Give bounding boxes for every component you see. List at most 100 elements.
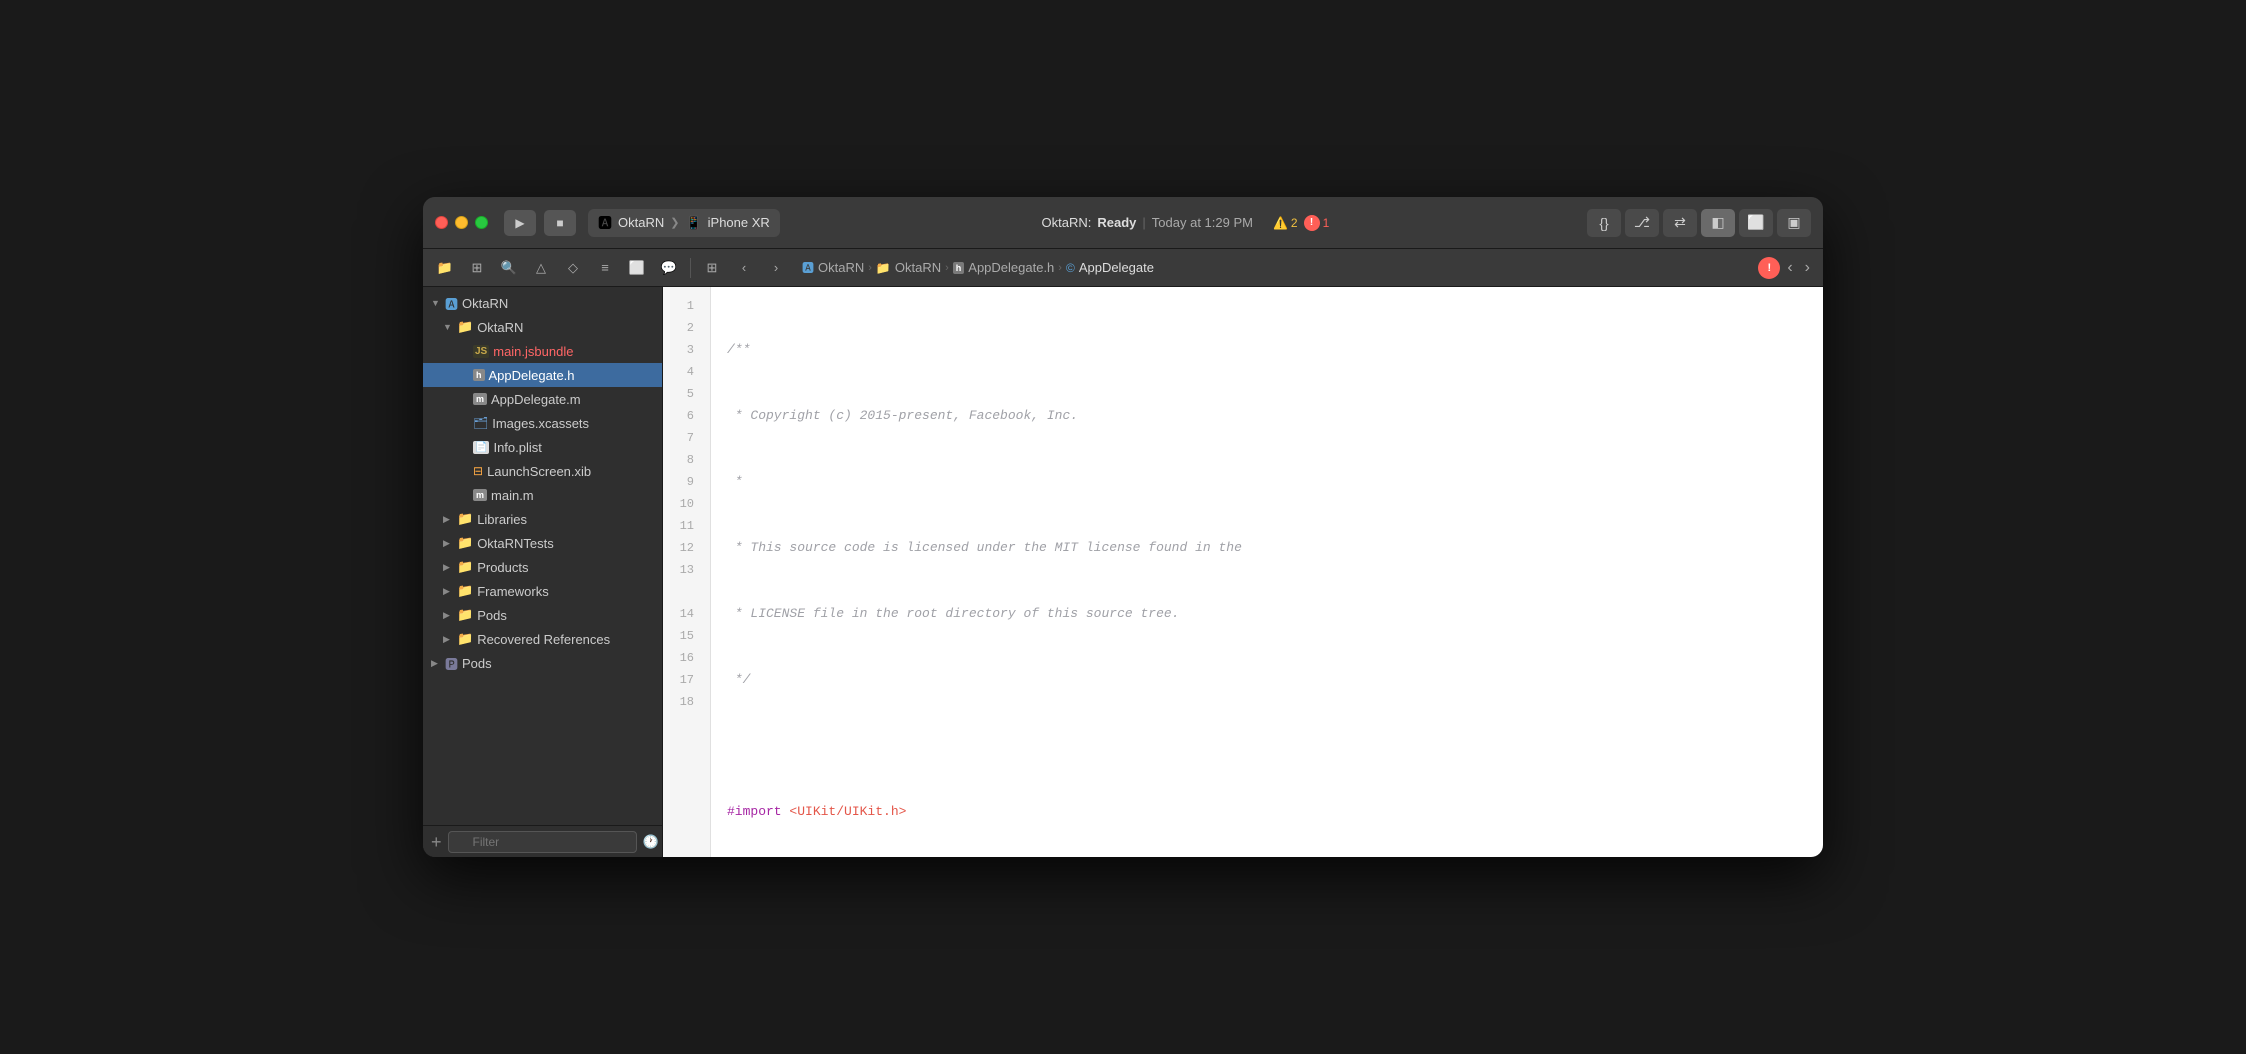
filter-bar: + 🔍 🕐 ✕ bbox=[423, 825, 662, 857]
tree-item-oktarntests[interactable]: 📁 OktaRNTests bbox=[423, 531, 662, 555]
layout-right-button[interactable]: ▣ bbox=[1777, 209, 1811, 237]
line-num-12: 12 bbox=[663, 537, 702, 559]
breadcrumb-folder-icon: 📁 bbox=[876, 261, 891, 275]
symbol-view-button[interactable]: ⊞ bbox=[463, 255, 491, 281]
scheme-selector[interactable]: 🅰 OktaRN ❯ 📱 iPhone XR bbox=[588, 209, 780, 237]
list-button[interactable]: ≡ bbox=[591, 255, 619, 281]
tree-item-recovered-references[interactable]: 📁 Recovered References bbox=[423, 627, 662, 651]
git-button[interactable]: ⎇ bbox=[1625, 209, 1659, 237]
tree-label-images-xcassets: Images.xcassets bbox=[492, 416, 589, 431]
tree-item-launchscreen-xib[interactable]: ⊟ LaunchScreen.xib bbox=[423, 459, 662, 483]
add-button[interactable]: + bbox=[431, 833, 442, 851]
warning-badge: ⚠️ 2 bbox=[1273, 216, 1298, 230]
tree-icon-m: m bbox=[473, 393, 487, 405]
line-num-2: 2 bbox=[663, 317, 702, 339]
tree-icon-pods-root: 🅿 bbox=[445, 654, 458, 673]
tree-icon-frameworks: 📁 bbox=[457, 583, 473, 599]
code-editor[interactable]: 1 2 3 4 5 6 7 8 9 10 11 12 13 · 14 15 16 bbox=[663, 287, 1823, 857]
status-time: Today at 1:29 PM bbox=[1152, 215, 1253, 230]
tree-label-frameworks: Frameworks bbox=[477, 584, 549, 599]
tree-item-appdelegate-m[interactable]: m AppDelegate.m bbox=[423, 387, 662, 411]
chevron-frameworks bbox=[443, 586, 453, 597]
filter-input[interactable] bbox=[448, 831, 637, 853]
tree-item-appdelegate-h[interactable]: h AppDelegate.h bbox=[423, 363, 662, 387]
breadcrumb-item-1[interactable]: 🅰 OktaRN bbox=[802, 259, 864, 276]
tree-icon-h: h bbox=[473, 369, 485, 381]
tree-item-oktarn-group[interactable]: 📁 OktaRN bbox=[423, 315, 662, 339]
chat-button[interactable]: 💬 bbox=[655, 255, 683, 281]
close-button[interactable] bbox=[435, 216, 448, 229]
breadcrumb-chevron-2: › bbox=[945, 262, 949, 274]
line-num-1: 1 bbox=[663, 295, 702, 317]
tree-label-pods-root: Pods bbox=[462, 656, 492, 671]
chevron-pods-root bbox=[431, 658, 441, 669]
code-content[interactable]: /** * Copyright (c) 2015-present, Facebo… bbox=[711, 287, 1823, 857]
status-ready: Ready bbox=[1097, 215, 1136, 230]
layout-left-button[interactable]: ◧ bbox=[1701, 209, 1735, 237]
titlebar: ▶ ■ 🅰 OktaRN ❯ 📱 iPhone XR OktaRN: Ready… bbox=[423, 197, 1823, 249]
tree-label-libraries: Libraries bbox=[477, 512, 527, 527]
tree-icon-folder-oktarn: 📁 bbox=[457, 319, 473, 335]
tree-item-pods-root[interactable]: 🅿 Pods bbox=[423, 651, 662, 675]
breadcrumb-label-3: AppDelegate.h bbox=[968, 260, 1054, 275]
line-num-13: 13 bbox=[663, 559, 702, 581]
tree-label-recovered-references: Recovered References bbox=[477, 632, 610, 647]
tree-item-info-plist[interactable]: 📄 Info.plist bbox=[423, 435, 662, 459]
str-8: <UIKit/UIKit.h> bbox=[789, 801, 906, 823]
stop-button[interactable]: ■ bbox=[544, 210, 576, 236]
tree-item-pods-group[interactable]: 📁 Pods bbox=[423, 603, 662, 627]
breadcrumb-item-3[interactable]: h AppDelegate.h bbox=[953, 260, 1055, 275]
code-line-8: #import <UIKit/UIKit.h> bbox=[727, 801, 1823, 823]
tree-item-main-m[interactable]: m main.m bbox=[423, 483, 662, 507]
warning-icon: ⚠️ bbox=[1273, 216, 1288, 230]
nav-prev-button[interactable]: ‹ bbox=[1782, 257, 1797, 279]
breadcrumb-label-2: OktaRN bbox=[895, 260, 941, 275]
back-forward-button[interactable]: ⇄ bbox=[1663, 209, 1697, 237]
tree-item-images-xcassets[interactable]: 🗂 Images.xcassets bbox=[423, 411, 662, 435]
tag-button[interactable]: ⬜ bbox=[623, 255, 651, 281]
play-button[interactable]: ▶ bbox=[504, 210, 536, 236]
tree-item-main-jsbundle[interactable]: JS main.jsbundle bbox=[423, 339, 662, 363]
code-line-7 bbox=[727, 735, 1823, 757]
fullscreen-button[interactable] bbox=[475, 216, 488, 229]
layout-center-button[interactable]: ⬜ bbox=[1739, 209, 1773, 237]
tree-item-frameworks[interactable]: 📁 Frameworks bbox=[423, 579, 662, 603]
nav-back-button[interactable]: ‹ bbox=[730, 255, 758, 281]
code-line-3: * bbox=[727, 471, 1823, 493]
line-num-4: 4 bbox=[663, 361, 702, 383]
breadcrumb-item-4[interactable]: © AppDelegate bbox=[1066, 260, 1154, 275]
breadcrumb-class-icon: © bbox=[1066, 261, 1075, 275]
chevron-pods-group bbox=[443, 610, 453, 621]
file-tree: 🅰 OktaRN 📁 OktaRN JS main.jsbundle bbox=[423, 287, 662, 825]
tree-icon-project: 🅰 bbox=[445, 294, 458, 313]
diamond-button[interactable]: ◇ bbox=[559, 255, 587, 281]
breadcrumb-label-4: AppDelegate bbox=[1079, 260, 1154, 275]
chevron-products bbox=[443, 562, 453, 573]
search-button[interactable]: 🔍 bbox=[495, 255, 523, 281]
cmt-6: */ bbox=[727, 669, 750, 691]
line-num-3: 3 bbox=[663, 339, 702, 361]
line-num-7: 7 bbox=[663, 427, 702, 449]
nav-next-button[interactable]: › bbox=[1800, 257, 1815, 279]
tree-item-oktarn-root[interactable]: 🅰 OktaRN bbox=[423, 291, 662, 315]
line-num-14: 14 bbox=[663, 603, 702, 625]
breadcrumb-item-2[interactable]: 📁 OktaRN bbox=[876, 260, 941, 275]
minimize-button[interactable] bbox=[455, 216, 468, 229]
nav-forward-button[interactable]: › bbox=[762, 255, 790, 281]
folder-view-button[interactable]: 📁 bbox=[431, 255, 459, 281]
tree-item-libraries[interactable]: 📁 Libraries bbox=[423, 507, 662, 531]
tree-icon-pods-group: 📁 bbox=[457, 607, 473, 623]
braces-button[interactable]: {} bbox=[1587, 209, 1621, 237]
clock-icon[interactable]: 🕐 bbox=[643, 834, 659, 850]
scheme-device: iPhone XR bbox=[708, 215, 770, 230]
tree-icon-main-m: m bbox=[473, 489, 487, 501]
scheme-project-icon: 🅰 bbox=[598, 213, 612, 233]
warning-filter-button[interactable]: △ bbox=[527, 255, 555, 281]
line-num-17: 17 bbox=[663, 669, 702, 691]
tree-label-oktarn-group: OktaRN bbox=[477, 320, 523, 335]
tree-item-products[interactable]: 📁 Products bbox=[423, 555, 662, 579]
breadcrumb-chevron-3: › bbox=[1058, 262, 1062, 274]
nav-arrows: ! ‹ › bbox=[1758, 257, 1815, 279]
status-area: OktaRN: Ready | Today at 1:29 PM ⚠️ 2 ! … bbox=[792, 215, 1579, 231]
grid-button[interactable]: ⊞ bbox=[698, 255, 726, 281]
